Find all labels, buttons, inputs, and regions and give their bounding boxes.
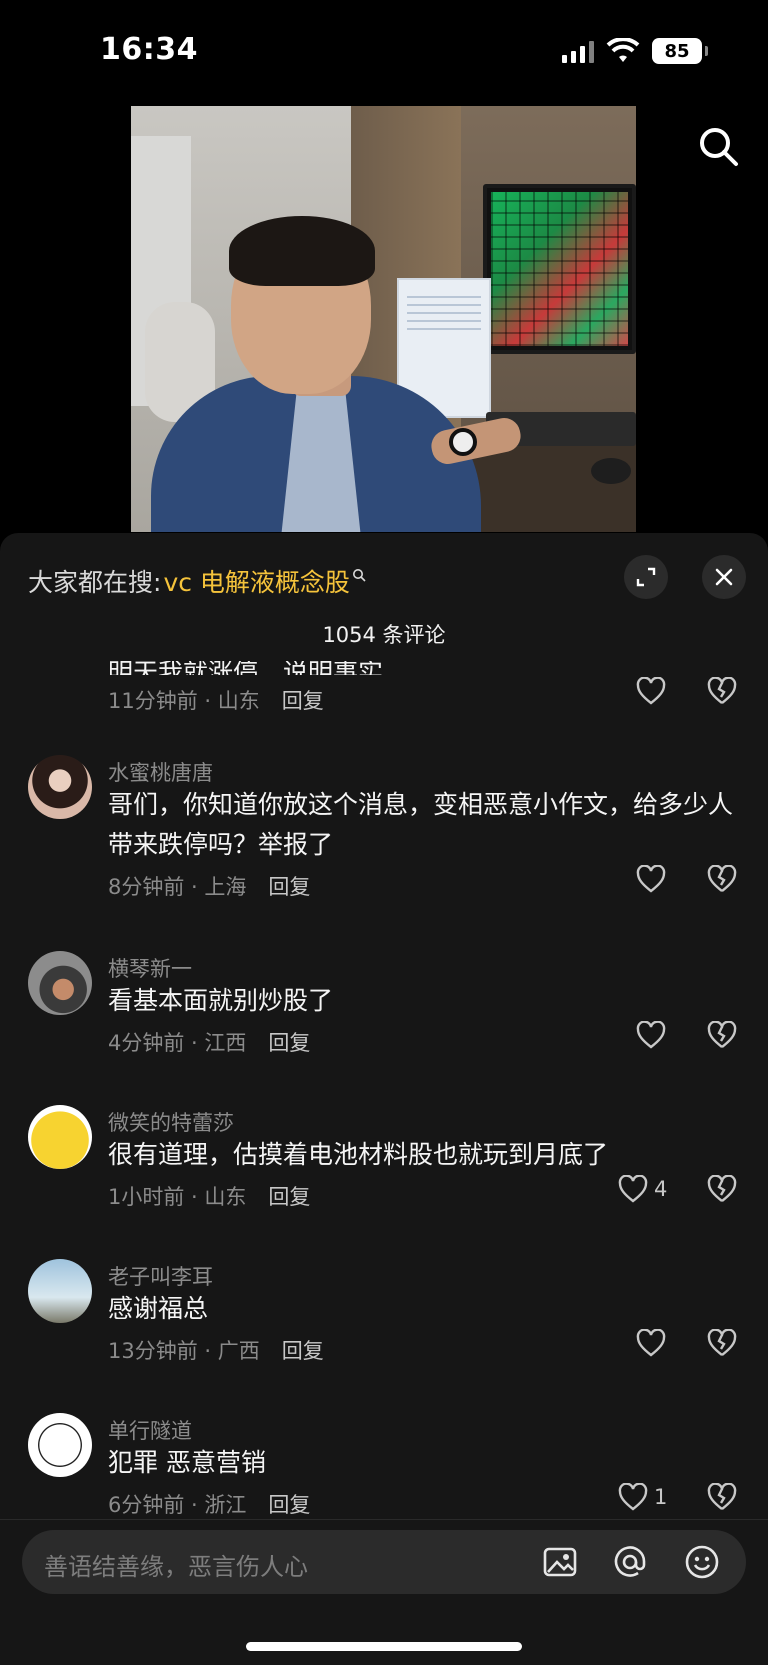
search-icon[interactable]: [696, 124, 740, 168]
comment-list[interactable]: 明天我就涨停，说明事实 11分钟前 · 山东 回复 水蜜桃唐唐 哥们，你知道你放…: [0, 661, 768, 1527]
status-bar: 16:34 85: [0, 0, 768, 100]
heart-icon: [636, 865, 666, 893]
expand-button[interactable]: [624, 555, 668, 599]
comment-time-location: 1小时前 · 山东: [108, 1185, 247, 1209]
small-search-icon: [352, 569, 366, 582]
battery-icon: 85: [652, 38, 708, 64]
input-divider: [0, 1519, 768, 1520]
comment-count: 1054 条评论: [322, 623, 446, 647]
broken-heart-icon[interactable]: [707, 677, 737, 705]
person-watch: [449, 428, 477, 456]
like-button[interactable]: 4: [618, 1175, 667, 1203]
comment-meta: 6分钟前 · 浙江 回复: [108, 1489, 310, 1519]
heart-icon: [636, 677, 666, 705]
trending-search[interactable]: 大家都在搜: vc 电解液概念股: [28, 561, 366, 601]
heart-icon: [618, 1175, 648, 1203]
heart-icon: [618, 1483, 648, 1511]
heart-icon: [636, 1329, 666, 1357]
avatar[interactable]: [28, 1413, 92, 1477]
comment-text: 犯罪 恶意营销: [108, 1448, 266, 1477]
partial-comment-text: 明天我就涨停，说明事实: [108, 661, 383, 675]
trending-search-keyword[interactable]: vc 电解液概念股: [163, 563, 350, 599]
comment-input[interactable]: 善语结善缘，恶言伤人心: [22, 1530, 746, 1594]
like-count: 4: [654, 1177, 668, 1201]
comment-time-location: 6分钟前 · 浙江: [108, 1493, 247, 1517]
reply-button[interactable]: 回复: [268, 1489, 310, 1519]
comment-author[interactable]: 水蜜桃唐唐: [108, 757, 213, 787]
trending-search-prefix: 大家都在搜:: [28, 568, 162, 597]
video-frame[interactable]: [131, 106, 636, 532]
close-button[interactable]: [702, 555, 746, 599]
comment-panel: 大家都在搜: vc 电解液概念股 1054 条评论 明天我就涨停，说明事实 11…: [0, 533, 768, 1665]
comment-text: 哥们，你知道你放这个消息，变相恶意小作文，给多少人带来跌停吗？举报了: [108, 790, 734, 859]
comment-text: 感谢福总: [108, 1294, 209, 1323]
status-icons: 85: [562, 38, 708, 64]
comment-author[interactable]: 老子叫李耳: [108, 1261, 213, 1291]
like-button[interactable]: [636, 1329, 666, 1357]
close-icon: [715, 568, 733, 586]
scene-mouse: [591, 458, 631, 484]
broken-heart-icon[interactable]: [707, 1175, 737, 1203]
comment-text: 很有道理，估摸着电池材料股也就玩到月底了: [108, 1140, 609, 1169]
wifi-icon: [606, 38, 640, 62]
comment-time-location: 8分钟前 · 上海: [108, 875, 247, 899]
like-button[interactable]: 1: [618, 1483, 667, 1511]
comment-meta: 8分钟前 · 上海 回复: [108, 871, 310, 901]
avatar[interactable]: [28, 951, 92, 1015]
mention-icon[interactable]: [612, 1544, 648, 1580]
broken-heart-icon[interactable]: [707, 1329, 737, 1357]
like-button[interactable]: [636, 1021, 666, 1049]
comment-author[interactable]: 微笑的特蕾莎: [108, 1107, 234, 1137]
comment-meta: 13分钟前 · 广西 回复: [108, 1335, 324, 1365]
comment-author[interactable]: 单行隧道: [108, 1415, 192, 1445]
broken-heart-icon[interactable]: [707, 1483, 737, 1511]
home-indicator[interactable]: [246, 1642, 522, 1651]
reply-button[interactable]: 回复: [282, 685, 324, 715]
comment-time-location: 13分钟前 · 广西: [108, 1339, 260, 1363]
expand-icon: [636, 567, 656, 587]
comment-meta: 1小时前 · 山东 回复: [108, 1181, 310, 1211]
heart-icon: [636, 1021, 666, 1049]
reply-button[interactable]: 回复: [282, 1335, 324, 1365]
image-icon[interactable]: [542, 1544, 578, 1580]
broken-heart-icon[interactable]: [707, 1021, 737, 1049]
comment-input-placeholder: 善语结善缘，恶言伤人心: [44, 1553, 308, 1581]
comment-meta: 4分钟前 · 江西 回复: [108, 1027, 310, 1057]
reply-button[interactable]: 回复: [268, 1181, 310, 1211]
avatar[interactable]: [28, 1105, 92, 1169]
avatar[interactable]: [28, 755, 92, 819]
comment-time-location: 4分钟前 · 江西: [108, 1031, 247, 1055]
person-hair: [229, 216, 375, 286]
status-time: 16:34: [100, 32, 198, 67]
comment-meta: 11分钟前 · 山东 回复: [108, 685, 324, 715]
comment-time-location: 11分钟前 · 山东: [108, 689, 260, 713]
comment-text: 看基本面就别炒股了: [108, 986, 334, 1015]
cellular-signal-icon: [562, 39, 594, 63]
scene-monitor: [483, 184, 636, 354]
reply-button[interactable]: 回复: [268, 1027, 310, 1057]
broken-heart-icon[interactable]: [707, 865, 737, 893]
comment-author[interactable]: 横琴新一: [108, 953, 192, 983]
like-button[interactable]: [636, 677, 666, 705]
avatar[interactable]: [28, 1259, 92, 1323]
like-button[interactable]: [636, 865, 666, 893]
reply-button[interactable]: 回复: [268, 871, 310, 901]
emoji-icon[interactable]: [684, 1544, 720, 1580]
like-count: 1: [654, 1485, 668, 1509]
